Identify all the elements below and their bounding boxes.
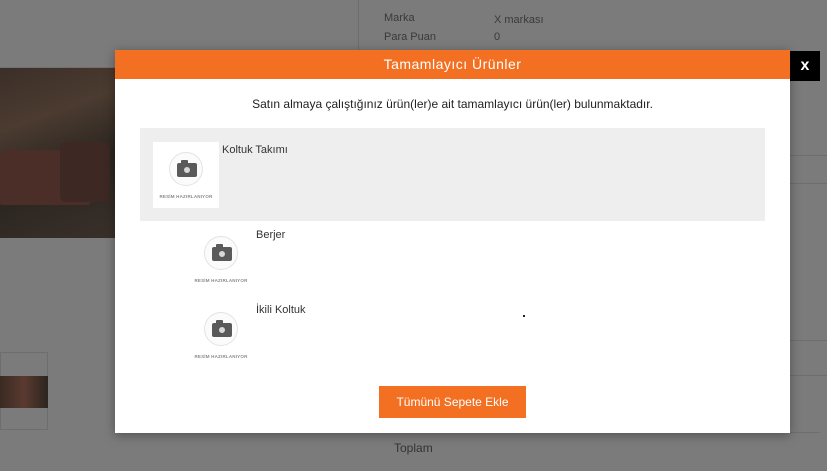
cart-total-label: Toplam xyxy=(394,441,433,455)
modal-message: Satın almaya çalıştığınız ürün(ler)e ait… xyxy=(252,97,653,111)
cart-total-row: Toplam xyxy=(380,432,820,471)
product-item-ikili-koltuk[interactable]: RESİM HAZIRLANIYOR İkili Koltuk xyxy=(140,300,765,376)
background-divider-right xyxy=(790,183,827,184)
background-divider-right xyxy=(790,155,827,156)
camera-icon xyxy=(204,312,238,346)
image-placeholder-caption: RESİM HAZIRLANIYOR xyxy=(159,194,213,199)
product-item-berjer[interactable]: RESİM HAZIRLANIYOR Berjer xyxy=(140,222,765,298)
image-placeholder-caption: RESİM HAZIRLANIYOR xyxy=(194,278,248,283)
spec-label-brand: Marka xyxy=(384,12,415,24)
product-image-chair xyxy=(60,142,110,202)
spec-value-brand: X markası xyxy=(494,14,544,26)
add-all-to-cart-button[interactable]: Tümünü Sepete Ekle xyxy=(379,386,526,418)
spec-label-points: Para Puan xyxy=(384,31,436,43)
background-divider xyxy=(358,0,359,55)
product-item-koltuk-takimi[interactable]: RESİM HAZIRLANIYOR Koltuk Takımı xyxy=(140,128,765,221)
camera-icon xyxy=(204,236,238,270)
camera-icon xyxy=(169,152,203,186)
background-divider-right xyxy=(790,375,827,376)
product-name[interactable]: İkili Koltuk xyxy=(256,304,306,316)
complementary-products-modal: Tamamlayıcı Ürünler Satın almaya çalıştı… xyxy=(115,50,790,433)
product-thumbnail[interactable] xyxy=(0,376,48,408)
product-image-placeholder[interactable]: RESİM HAZIRLANIYOR xyxy=(188,302,254,368)
product-name[interactable]: Koltuk Takımı xyxy=(222,144,288,156)
close-modal-button[interactable]: x xyxy=(790,51,820,81)
spec-value-points: 0 xyxy=(494,31,501,43)
image-placeholder-caption: RESİM HAZIRLANIYOR xyxy=(194,354,248,359)
product-image-placeholder[interactable]: RESİM HAZIRLANIYOR xyxy=(153,142,219,208)
product-image-placeholder[interactable]: RESİM HAZIRLANIYOR xyxy=(188,226,254,292)
modal-title: Tamamlayıcı Ürünler xyxy=(115,50,790,79)
background-divider-right xyxy=(790,340,827,341)
mouse-cursor-dot xyxy=(523,315,525,317)
product-name[interactable]: Berjer xyxy=(256,229,285,241)
